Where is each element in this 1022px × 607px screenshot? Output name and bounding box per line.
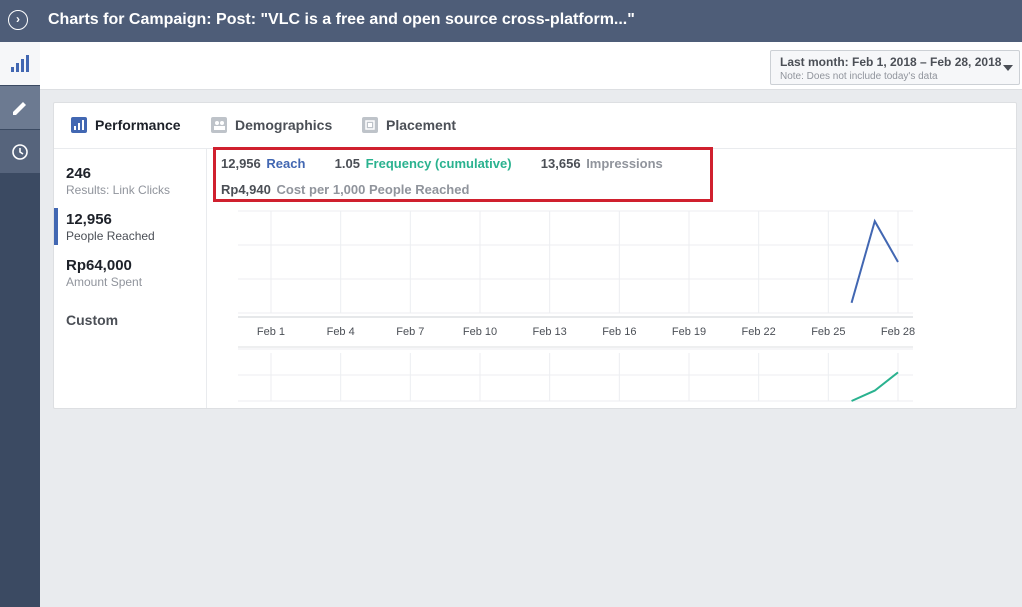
x-tick-label: Feb 25	[811, 326, 845, 338]
left-rail	[0, 42, 40, 607]
people-icon	[211, 117, 227, 133]
custom-metric-link[interactable]: Custom	[66, 312, 118, 328]
date-range-selector[interactable]: Last month: Feb 1, 2018 – Feb 28, 2018 N…	[770, 50, 1020, 85]
impressions-label[interactable]: Impressions	[586, 156, 663, 171]
bar-chart-icon	[11, 54, 29, 72]
metric-label: People Reached	[66, 229, 155, 243]
pencil-icon	[13, 101, 26, 115]
history-nav-button[interactable]	[0, 130, 40, 173]
x-tick-label: Feb 28	[881, 326, 915, 338]
summary-highlight-box: 12,956 Reach 1.05 Frequency (cumulative)…	[213, 147, 713, 202]
metric-label: Results: Link Clicks	[66, 183, 171, 197]
x-tick-label: Feb 1	[257, 326, 285, 338]
top-bar: › Charts for Campaign: Post: "VLC is a f…	[0, 0, 1022, 42]
charts-nav-button[interactable]	[0, 42, 40, 85]
date-toolbar: Last month: Feb 1, 2018 – Feb 28, 2018 N…	[40, 42, 1022, 90]
metric-value: Rp64,000	[66, 257, 132, 274]
metric-amount-spent[interactable]: Rp64,000 Amount Spent	[66, 257, 142, 289]
x-tick-label: Feb 22	[742, 326, 776, 338]
metric-value: 246	[66, 165, 92, 182]
metric-people-reached[interactable]: 12,956 People Reached	[66, 211, 155, 243]
date-range-note: Note: Does not include today's data	[780, 71, 938, 82]
tab-label: Performance	[95, 117, 181, 133]
tab-bar: Performance Demographics Placement	[54, 103, 1016, 149]
tab-performance[interactable]: Performance	[71, 117, 181, 133]
tab-label: Demographics	[235, 117, 333, 133]
cost-value: Rp4,940	[221, 182, 271, 197]
reach-value: 12,956	[221, 156, 261, 171]
page-title: Charts for Campaign: Post: "VLC is a fre…	[48, 11, 635, 28]
metric-label: Amount Spent	[66, 275, 143, 289]
frequency-label[interactable]: Frequency (cumulative)	[366, 156, 512, 171]
frequency-value: 1.05	[334, 156, 360, 171]
x-tick-label: Feb 4	[327, 326, 355, 338]
clock-icon	[12, 143, 28, 160]
summary-row: Rp4,940 Cost per 1,000 People Reached	[221, 182, 471, 197]
metrics-list: 246 Results: Link Clicks 12,956 People R…	[54, 149, 207, 408]
metric-link-clicks[interactable]: 246 Results: Link Clicks	[66, 165, 170, 197]
performance-chart: 6K5K4K3KFeb 1Feb 4Feb 7Feb 10Feb 13Feb 1…	[238, 210, 915, 402]
x-tick-label: Feb 16	[602, 326, 636, 338]
x-tick-label: Feb 19	[672, 326, 706, 338]
frequency-series-line	[851, 371, 899, 402]
bar-chart-icon	[71, 117, 87, 133]
tab-placement[interactable]: Placement	[362, 117, 456, 133]
expand-icon[interactable]: ›	[8, 10, 28, 30]
tab-demographics[interactable]: Demographics	[211, 117, 332, 133]
reach-label[interactable]: Reach	[266, 156, 305, 171]
metric-value: 12,956	[66, 211, 112, 228]
x-tick-label: Feb 7	[396, 326, 424, 338]
reach-series-line	[850, 218, 899, 304]
performance-card: Performance Demographics Placement 246 R…	[53, 102, 1017, 409]
date-range-label: Last month: Feb 1, 2018 – Feb 28, 2018	[780, 55, 1002, 69]
impressions-value: 13,656	[540, 156, 581, 171]
tab-label: Placement	[386, 117, 457, 133]
edit-nav-button[interactable]	[0, 86, 40, 129]
selected-indicator	[54, 208, 58, 245]
x-tick-label: Feb 13	[533, 326, 567, 338]
summary-row: 12,956 Reach 1.05 Frequency (cumulative)…	[221, 156, 665, 171]
placement-icon	[362, 117, 378, 133]
cost-label[interactable]: Cost per 1,000 People Reached	[277, 182, 470, 197]
x-tick-label: Feb 10	[463, 326, 497, 338]
chevron-down-icon	[1003, 65, 1013, 71]
